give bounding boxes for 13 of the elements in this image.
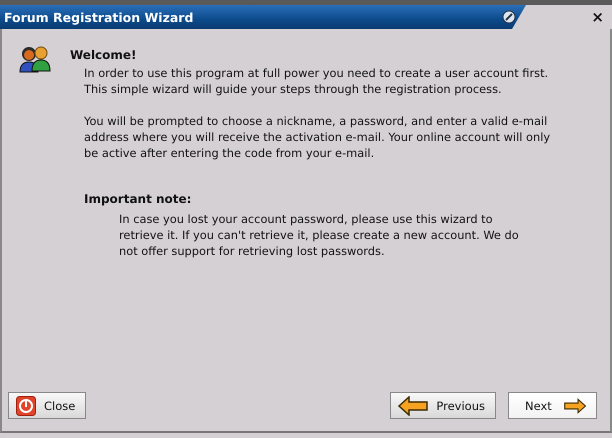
right-arrow-icon bbox=[564, 396, 586, 416]
welcome-paragraph: In order to use this program at full power you need to create a user account first. This simple wizard will guide your steps through the registration process. bbox=[84, 65, 550, 97]
note-heading: Important note: bbox=[84, 191, 192, 207]
users-icon bbox=[18, 45, 52, 73]
previous-button[interactable]: Previous bbox=[390, 392, 496, 419]
close-button[interactable]: Close bbox=[8, 392, 86, 419]
left-arrow-icon bbox=[398, 396, 428, 416]
welcome-heading: Welcome! bbox=[70, 47, 138, 63]
note-paragraph: In case you lost your account password, please use this wizard to retrieve it. If you can't retrieve it, please create a new account. We do not offer support for retrieving lost passwords. bbox=[119, 211, 520, 259]
welcome-paragraph: You will be prompted to choose a nickname, a password, and enter a valid e-mail address where you will receive the activation e-mail. Your online account will only be active after entering the code from your e-mail. bbox=[84, 113, 552, 161]
power-icon bbox=[16, 396, 36, 416]
window-title: Forum Registration Wizard bbox=[4, 10, 194, 24]
next-button[interactable]: Next bbox=[508, 392, 597, 419]
